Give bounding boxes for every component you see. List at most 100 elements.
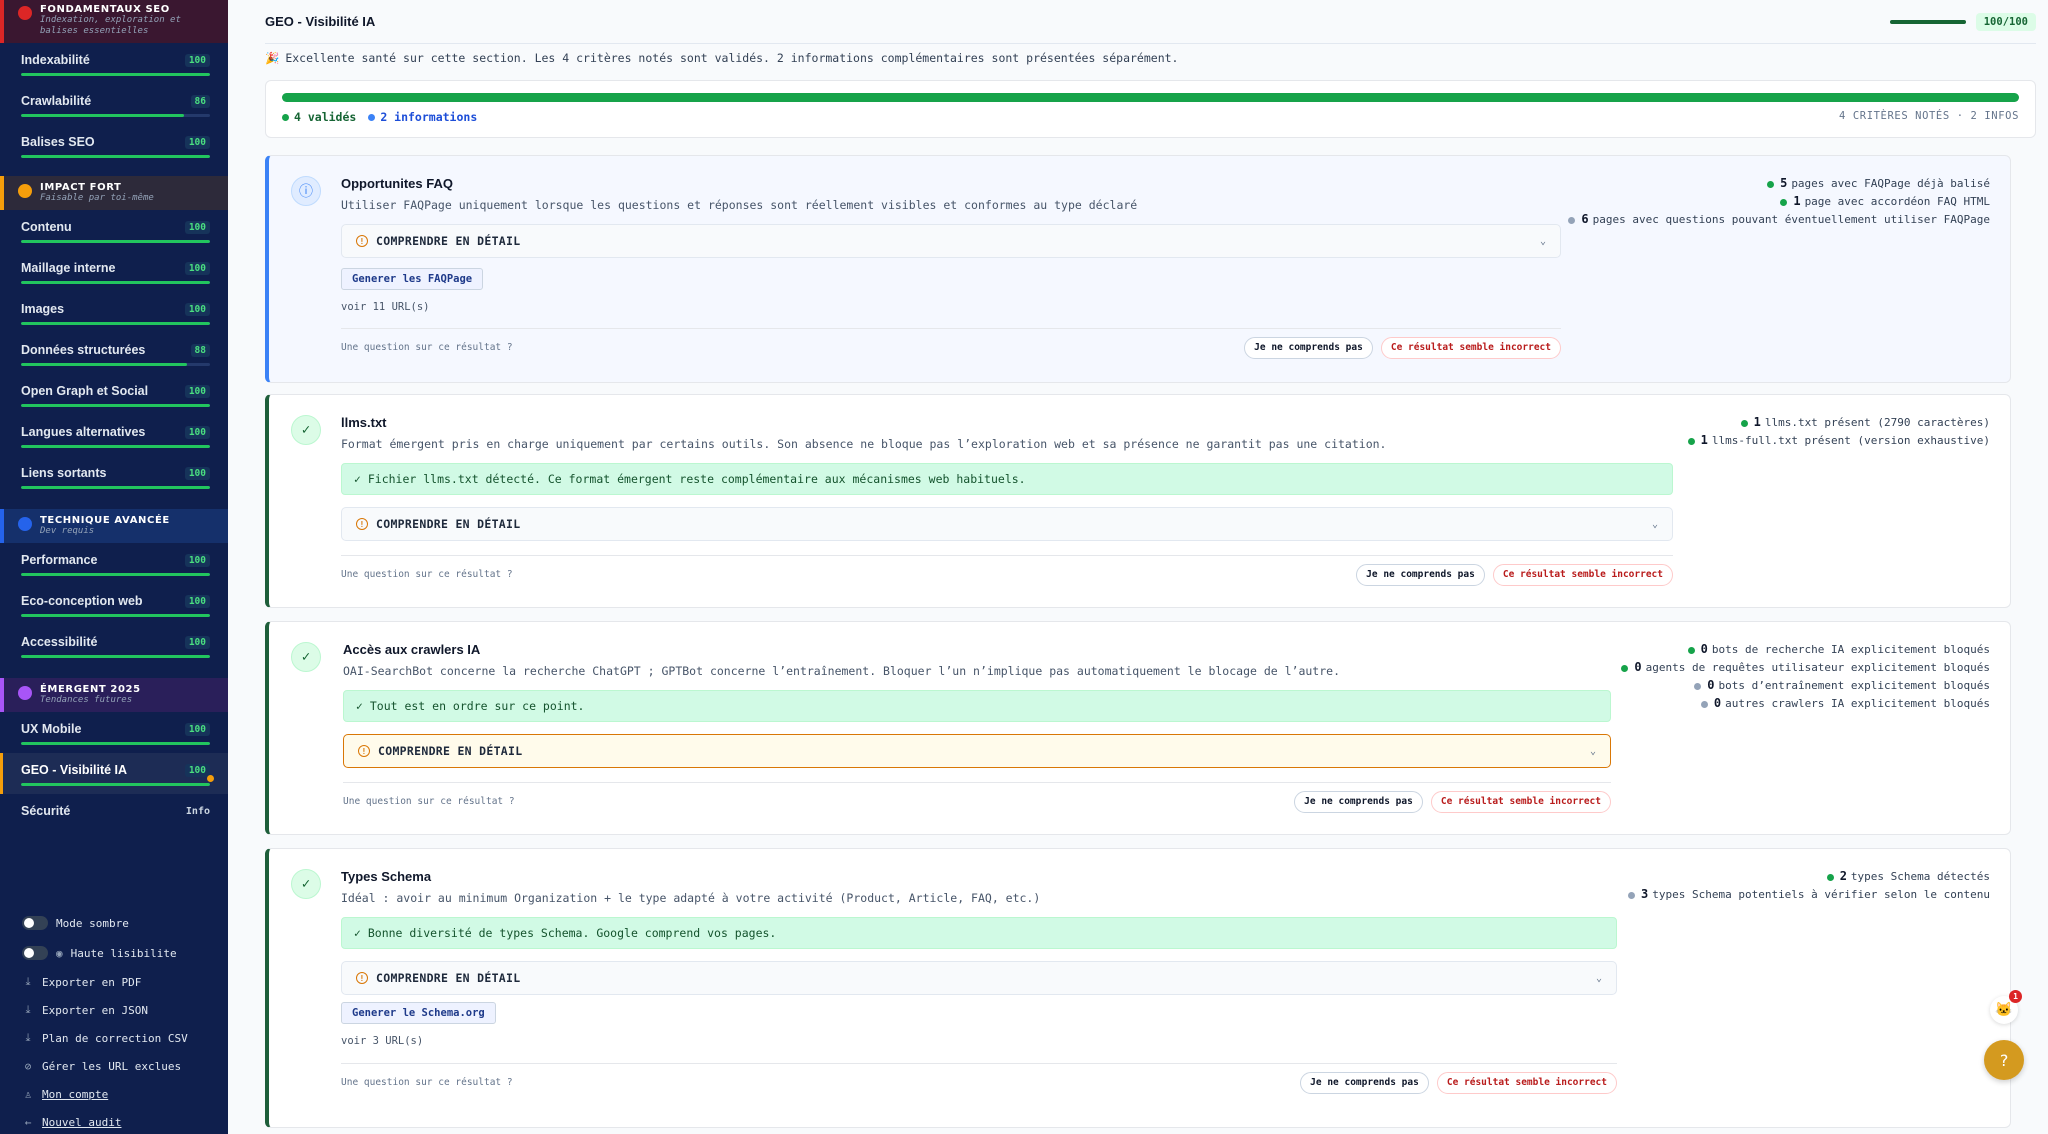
info-icon: ⓘ — [291, 176, 321, 206]
section-subtitle: Faisable par toi-même — [40, 193, 154, 203]
incorrect-result-button[interactable]: Ce résultat semble incorrect — [1430, 790, 1611, 813]
sidebar-item-performance[interactable]: Performance 100 — [0, 543, 228, 584]
question-text: Une question sur ce résultat ? — [341, 342, 513, 353]
score-pill: 100/100 — [1975, 12, 2036, 31]
card-description: Idéal : avoir au minimum Organization + … — [341, 891, 1041, 905]
download-icon: ⤓ — [25, 1031, 31, 1044]
download-icon: ⤓ — [25, 975, 31, 988]
section-subtitle: Tendances futures — [40, 695, 133, 705]
high-readability-toggle[interactable]: ◉ Haute lisibilite — [0, 938, 228, 968]
dark-mode-toggle[interactable]: Mode sombre — [0, 908, 228, 938]
sidebar-item-label: Images — [21, 302, 65, 316]
link-label: Nouvel audit — [42, 1115, 122, 1129]
detail-accordion[interactable]: ! COMPRENDRE EN DÉTAIL ⌄ — [341, 224, 1561, 258]
score-badge: 100 — [184, 302, 210, 316]
score-badge: 100 — [184, 384, 210, 398]
sidebar-item-crawlabilite[interactable]: Crawlabilité 86 — [0, 84, 228, 125]
sidebar-item-donnees-structurees[interactable]: Données structurées 88 — [0, 333, 228, 374]
section-title: IMPACT FORT — [40, 182, 122, 193]
excluded-urls-link[interactable]: ⊘ Gérer les URL exclues — [0, 1052, 228, 1080]
card-stats: 1 llms.txt présent (2790 caractères) 1 llm… — [1687, 413, 1990, 449]
card-description: Utiliser FAQPage uniquement lorsque les … — [341, 198, 1138, 212]
sidebar: FONDAMENTAUX SEO Indexation, exploration… — [0, 0, 228, 1134]
info-circle-icon: ! — [358, 745, 370, 757]
sidebar-item-label: Eco-conception web — [21, 594, 143, 608]
card-description: OAI-SearchBot concerne la recherche Chat… — [343, 664, 1340, 678]
score-bar — [21, 573, 210, 576]
sidebar-item-label: Données structurées — [21, 343, 146, 357]
sidebar-item-securite[interactable]: Sécurité Info — [0, 794, 228, 835]
card-stats: 5 pages avec FAQPage déjà balisé 1 page av… — [1568, 174, 1990, 228]
stat-row: 2 types Schema détectés — [1628, 867, 1990, 885]
card-title: Accès aux crawlers IA — [343, 642, 481, 657]
page-title: GEO - Visibilité IA — [265, 14, 376, 29]
sidebar-item-liens-sortants[interactable]: Liens sortants 100 — [0, 456, 228, 497]
export-csv-link[interactable]: ⤓ Plan de correction CSV — [0, 1024, 228, 1052]
sidebar-item-label: Balises SEO — [21, 135, 95, 149]
score-badge: 100 — [184, 763, 210, 777]
card-stats: 0 bots de recherche IA explicitement bloq… — [1621, 640, 1990, 712]
stat-row: 0 bots de recherche IA explicitement bloq… — [1621, 640, 1990, 658]
sidebar-footer: Mode sombre ◉ Haute lisibilite ⤓ Exporter … — [0, 908, 228, 1134]
section-header-emergent: ÉMERGENT 2025 Tendances futures — [0, 678, 228, 712]
view-urls-link[interactable]: voir 11 URL(s) — [341, 301, 430, 313]
sidebar-item-contenu[interactable]: Contenu 100 — [0, 210, 228, 251]
account-link[interactable]: ♙ Mon compte — [0, 1080, 228, 1108]
sidebar-item-balises-seo[interactable]: Balises SEO 100 — [0, 125, 228, 166]
overview-progress — [282, 93, 2019, 102]
sidebar-item-label: Crawlabilité — [21, 94, 92, 108]
info-circle-icon: ! — [356, 518, 368, 530]
dont-understand-button[interactable]: Je ne comprends pas — [1294, 790, 1423, 813]
stat-row: 0 autres crawlers IA explicitement bloqué… — [1621, 694, 1990, 712]
card-title: llms.txt — [341, 415, 387, 430]
incorrect-result-button[interactable]: Ce résultat semble incorrect — [1380, 336, 1561, 359]
sidebar-item-accessibilite[interactable]: Accessibilité 100 — [0, 625, 228, 666]
stat-row: 3 types Schema potentiels à vérifier selo… — [1628, 885, 1990, 903]
score-badge: 100 — [184, 135, 210, 149]
generate-faqpage-button[interactable]: Generer les FAQPage — [341, 268, 484, 290]
check-circle-icon: ✓ — [291, 415, 321, 445]
sidebar-item-images[interactable]: Images 100 — [0, 292, 228, 333]
sidebar-item-geo-visibilite-ia[interactable]: GEO - Visibilité IA 100 — [0, 753, 228, 794]
link-label: Plan de correction CSV — [42, 1031, 188, 1045]
stat-row: 0 agents de requêtes utilisateur explicit… — [1621, 658, 1990, 676]
help-button[interactable]: ? — [1984, 1040, 2024, 1080]
question-text: Une question sur ce résultat ? — [343, 796, 515, 807]
incorrect-result-button[interactable]: Ce résultat semble incorrect — [1492, 563, 1673, 586]
detail-accordion[interactable]: ! COMPRENDRE EN DÉTAIL ⌄ — [341, 507, 1673, 541]
card-title: Types Schema — [341, 869, 432, 884]
new-audit-link[interactable]: ← Nouvel audit — [0, 1108, 228, 1134]
incorrect-result-button[interactable]: Ce résultat semble incorrect — [1436, 1071, 1617, 1094]
overview-summary: 4 CRITÈRES NOTÉS · 2 INFOS — [1839, 110, 2019, 122]
dont-understand-button[interactable]: Je ne comprends pas — [1244, 336, 1373, 359]
toggle-switch[interactable] — [22, 916, 48, 930]
stat-row: 5 pages avec FAQPage déjà balisé — [1568, 174, 1990, 192]
toggle-label: Mode sombre — [56, 916, 129, 930]
generate-schema-button[interactable]: Generer le Schema.org — [341, 1002, 496, 1024]
score-badge: 100 — [184, 722, 210, 736]
dont-understand-button[interactable]: Je ne comprends pas — [1356, 563, 1485, 586]
sidebar-item-indexabilite[interactable]: Indexabilité 100 — [0, 43, 228, 84]
dont-understand-button[interactable]: Je ne comprends pas — [1300, 1071, 1429, 1094]
detail-accordion[interactable]: ! COMPRENDRE EN DÉTAIL ⌄ — [341, 961, 1617, 995]
sidebar-item-label: UX Mobile — [21, 722, 82, 736]
sidebar-item-label: Accessibilité — [21, 635, 98, 649]
sidebar-item-maillage-interne[interactable]: Maillage interne 100 — [0, 251, 228, 292]
card-stats: 2 types Schema détectés 3 types Schema pot… — [1628, 867, 1990, 903]
toggle-switch[interactable] — [22, 946, 48, 960]
chevron-down-icon: ⌄ — [1651, 518, 1658, 530]
sidebar-item-open-graph[interactable]: Open Graph et Social 100 — [0, 374, 228, 415]
sidebar-item-eco-conception[interactable]: Eco-conception web 100 — [0, 584, 228, 625]
sidebar-item-ux-mobile[interactable]: UX Mobile 100 — [0, 712, 228, 753]
score-badge: 100 — [184, 261, 210, 275]
eye-icon: ◉ — [56, 946, 63, 960]
view-urls-link[interactable]: voir 3 URL(s) — [341, 1035, 423, 1047]
assistant-cat-button[interactable]: 🐱 1 — [1990, 990, 2022, 1024]
export-json-link[interactable]: ⤓ Exporter en JSON — [0, 996, 228, 1024]
link-label: Gérer les URL exclues — [42, 1059, 182, 1073]
export-pdf-link[interactable]: ⤓ Exporter en PDF — [0, 968, 228, 996]
score-badge: 100 — [184, 220, 210, 234]
sidebar-item-langues-alternatives[interactable]: Langues alternatives 100 — [0, 415, 228, 456]
detail-accordion[interactable]: ! COMPRENDRE EN DÉTAIL ⌄ — [343, 734, 1611, 768]
score-bar — [21, 363, 210, 366]
